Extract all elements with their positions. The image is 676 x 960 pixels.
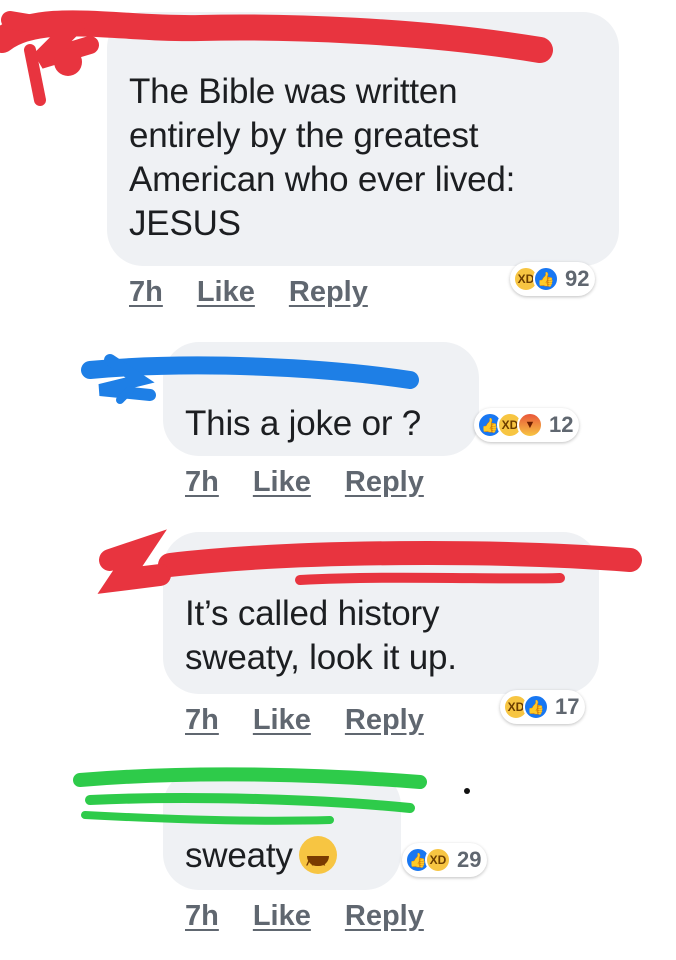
redaction-scribble-red-1: [0, 10, 553, 106]
reaction-summary[interactable]: XD 👍 92: [510, 262, 596, 296]
like-button[interactable]: Like: [253, 466, 311, 499]
reaction-count: 92: [565, 266, 590, 291]
haha-reaction-icon: XD: [425, 847, 451, 873]
reply-button[interactable]: Reply: [345, 466, 424, 499]
comment-text: sweaty: [185, 834, 337, 886]
reaction-summary[interactable]: 👍 XD 29: [402, 843, 488, 877]
like-button[interactable]: Like: [197, 276, 255, 309]
timestamp-link[interactable]: 7h: [129, 276, 163, 309]
comment-actions: 7h Like Reply: [129, 276, 368, 309]
timestamp-link[interactable]: 7h: [185, 466, 219, 499]
comment-actions: 7h Like Reply: [185, 900, 424, 933]
redaction-scribble-red-2: [97, 529, 642, 594]
like-button[interactable]: Like: [253, 704, 311, 737]
timestamp-link[interactable]: 7h: [185, 704, 219, 737]
reaction-count: 17: [555, 694, 580, 719]
reaction-summary[interactable]: XD 👍 17: [500, 690, 586, 724]
reply-button[interactable]: Reply: [289, 276, 368, 309]
like-reaction-icon: 👍: [523, 694, 549, 720]
comment-actions: 7h Like Reply: [185, 466, 424, 499]
redaction-scribble-green: [73, 767, 427, 825]
reaction-count: 29: [457, 847, 482, 872]
reply-button[interactable]: Reply: [345, 704, 424, 737]
timestamp-link[interactable]: 7h: [185, 900, 219, 933]
like-reaction-icon: 👍: [533, 266, 559, 292]
tears-of-joy-icon: [298, 835, 337, 886]
comment-actions: 7h Like Reply: [185, 704, 424, 737]
reply-button[interactable]: Reply: [345, 900, 424, 933]
like-button[interactable]: Like: [253, 900, 311, 933]
redaction-scribble-blue: [81, 354, 419, 404]
